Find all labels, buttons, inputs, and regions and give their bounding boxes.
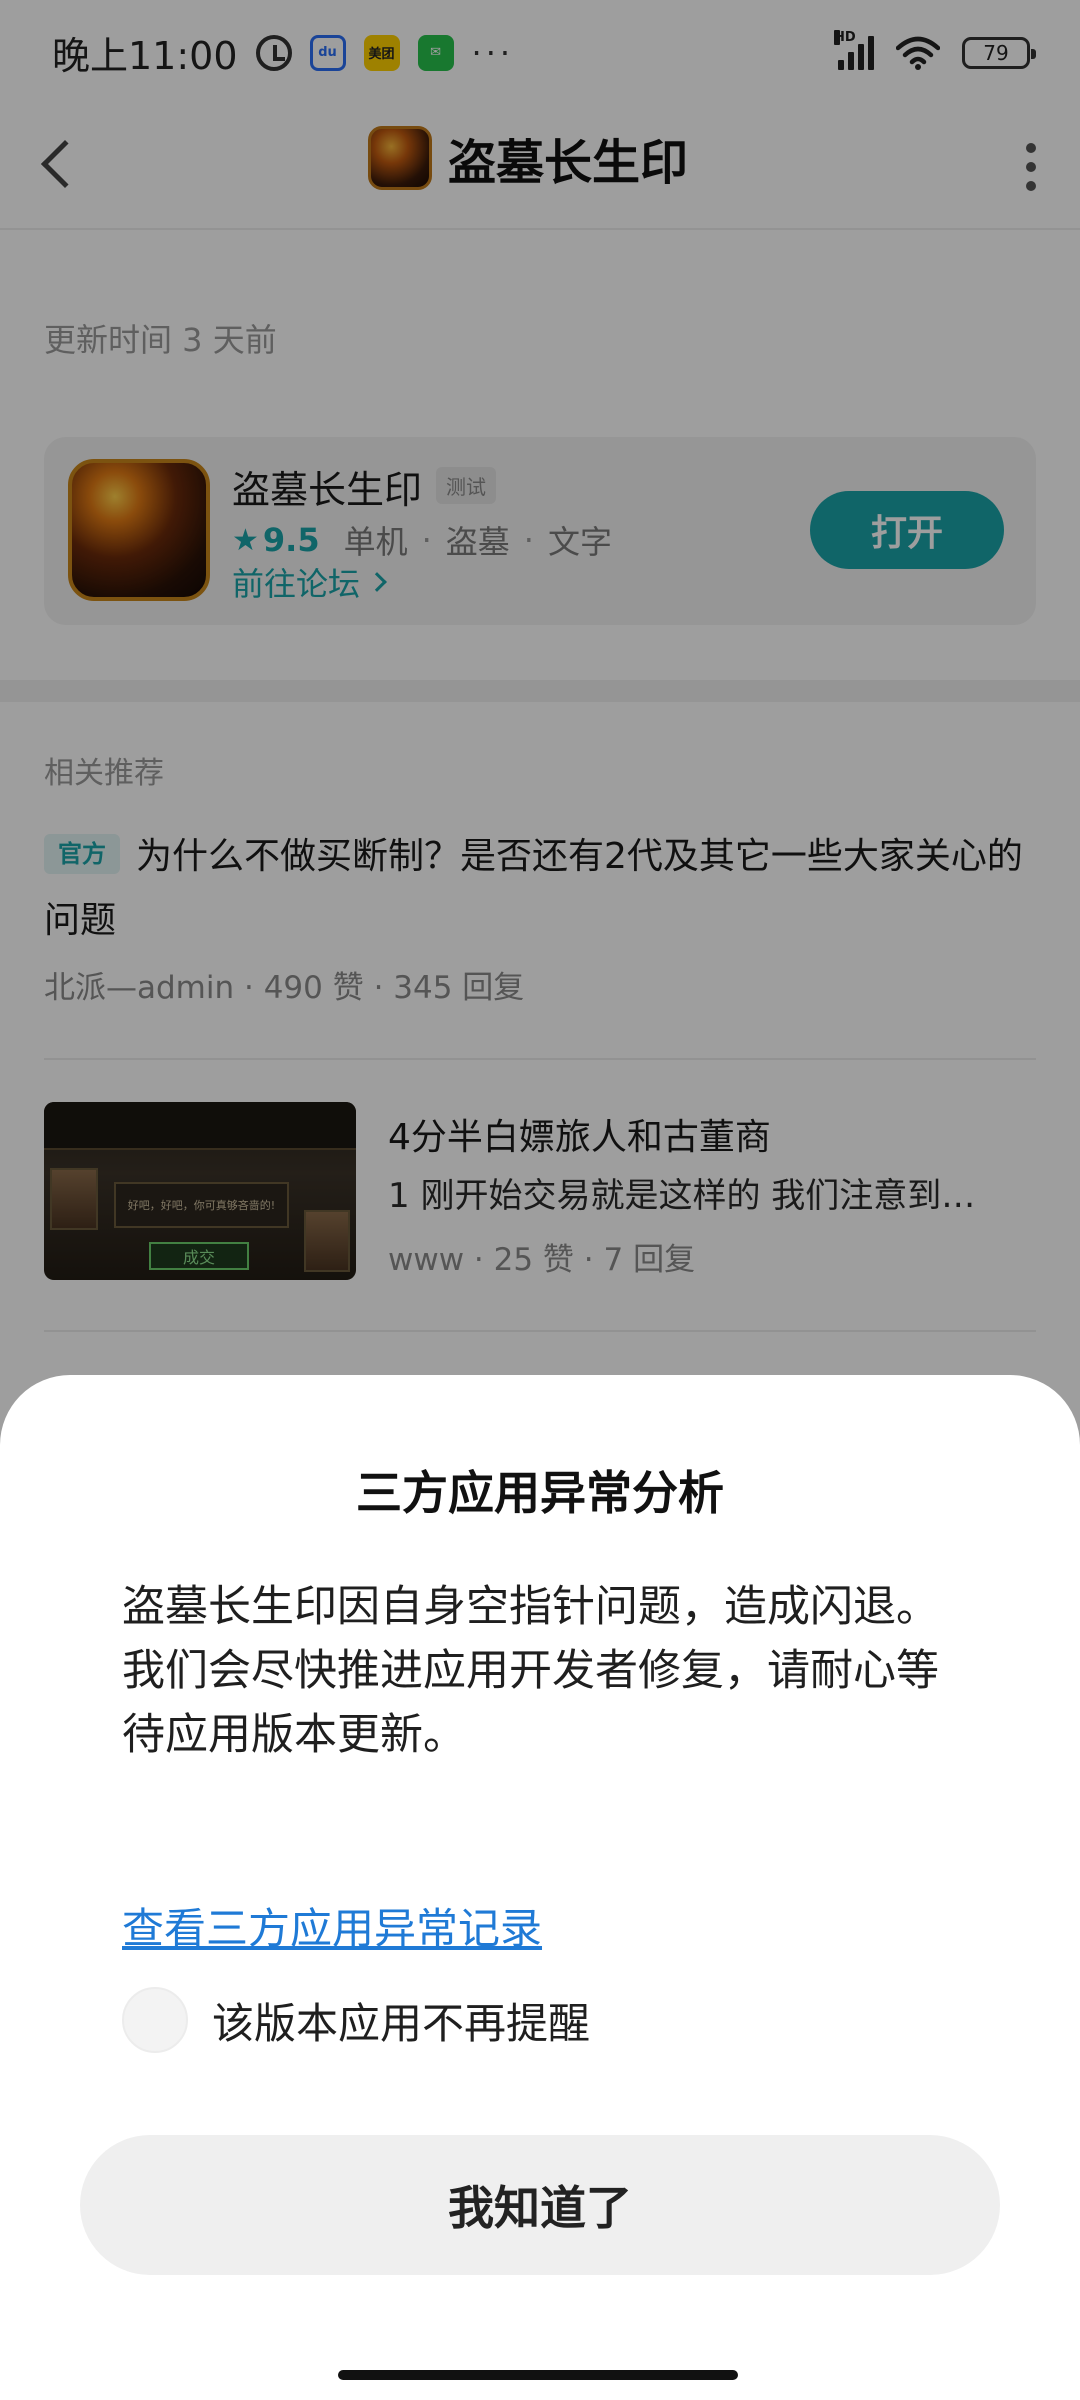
dont-remind-checkbox[interactable] [122, 1987, 188, 2053]
dialog-title: 三方应用异常分析 [356, 1466, 724, 1520]
dont-remind-label: 该版本应用不再提醒 [212, 1998, 591, 2048]
ok-button[interactable]: 我知道了 [80, 2135, 1000, 2275]
dialog-message-line: 我们会尽快推进应用开发者修复，请耐心等待应用版本更新。 [122, 1646, 939, 1760]
dialog-message-line: 盗墓长生印因自身空指针问题，造成闪退。 [122, 1582, 939, 1632]
dont-remind-toggle[interactable]: 该版本应用不再提醒 [122, 1987, 590, 2053]
view-records-link[interactable]: 查看三方应用异常记录 [122, 1895, 542, 1956]
crash-dialog: 三方应用异常分析 盗墓长生印因自身空指针问题，造成闪退。 我们会尽快推进应用开发… [0, 1375, 1080, 2400]
dialog-message: 盗墓长生印因自身空指针问题，造成闪退。 我们会尽快推进应用开发者修复，请耐心等待… [122, 1575, 962, 1767]
home-indicator[interactable] [338, 2370, 738, 2380]
